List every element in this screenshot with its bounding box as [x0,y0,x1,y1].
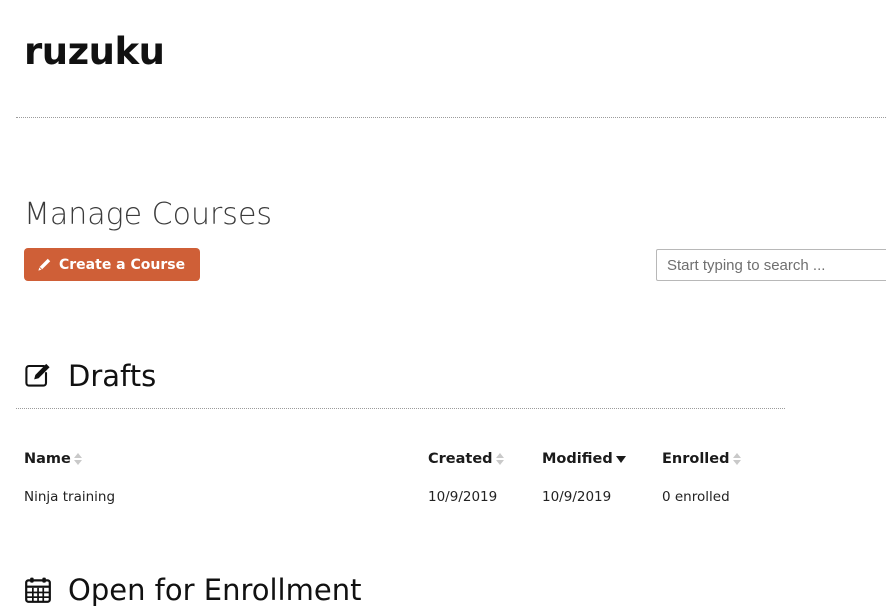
section-open-for-enrollment-title: Open for Enrollment [68,573,362,607]
table-header-row: Name Created Modified Enrolled [24,451,784,489]
pencil-icon [37,258,51,272]
cell-modified-date: 10/9/2019 [542,489,612,505]
column-header-created[interactable]: Created [428,451,542,489]
column-header-modified[interactable]: Modified [542,451,662,489]
column-header-modified-label: Modified [542,451,613,467]
sort-arrow-down-modified-icon[interactable] [615,452,627,466]
sort-arrows-enrolled-icon[interactable] [732,452,742,466]
cell-created-date: 10/9/2019 [428,489,498,505]
section-drafts-title: Drafts [68,359,157,393]
search-input[interactable] [656,249,886,281]
section-drafts-header: Drafts [24,358,156,394]
drafts-table: Name Created Modified Enrolled Ninja tra… [24,451,784,505]
ruzuku-logo[interactable]: ruzuku [24,28,165,76]
sort-arrows-created-icon[interactable] [495,452,505,466]
table-row[interactable]: Ninja training 10/9/2019 10/9/2019 0 enr… [24,489,784,505]
sort-arrows-name-icon[interactable] [73,452,83,466]
manage-courses-page: ruzuku Manage Courses Create a Course Dr… [0,0,886,612]
create-a-course-label: Create a Course [59,256,186,273]
cell-course-name[interactable]: Ninja training [24,489,428,505]
column-header-enrolled[interactable]: Enrolled [662,451,784,489]
site-header: ruzuku [0,0,886,118]
page-title: Manage Courses [24,197,273,233]
pencil-square-icon [24,362,52,390]
column-header-enrolled-label: Enrolled [662,451,730,467]
drafts-table-body: Ninja training 10/9/2019 10/9/2019 0 enr… [24,489,784,505]
cell-enrolled-count: 0 enrolled [662,489,730,505]
calendar-icon [24,576,52,604]
column-header-name-label: Name [24,451,71,467]
column-header-name[interactable]: Name [24,451,428,489]
section-open-for-enrollment-header: Open for Enrollment [24,572,361,608]
drafts-table-head: Name Created Modified Enrolled [24,451,784,489]
column-header-created-label: Created [428,451,493,467]
section-drafts-divider [16,408,785,409]
header-divider [16,117,886,118]
create-a-course-button[interactable]: Create a Course [24,248,201,281]
